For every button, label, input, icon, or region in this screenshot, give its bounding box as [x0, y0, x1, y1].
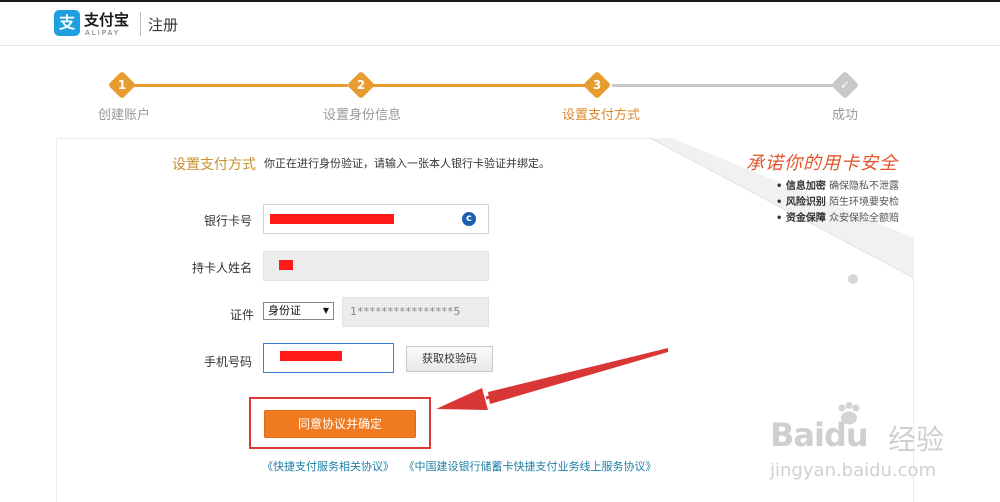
promo-item-encryption: • 信息加密 确保隐私不泄露	[776, 177, 899, 192]
header-divider	[140, 12, 141, 36]
baidu-watermark-cn: 经验	[888, 423, 945, 456]
step-2-number: 2	[356, 78, 366, 92]
ccb-agreement-link[interactable]: 《中国建设银行储蓄卡快捷支付业务线上服务协议》	[404, 460, 657, 473]
promo-item-text: 众安保险全额赔	[829, 213, 900, 224]
card-number-input[interactable]: c	[263, 204, 489, 234]
alipay-logo-icon[interactable]: 支	[54, 10, 80, 36]
step-3-number: 3	[592, 78, 602, 92]
alipay-logo-subtext: ALIPAY	[85, 29, 121, 37]
step-connector-1	[132, 84, 348, 87]
header: 支 支付宝 ALIPAY 注册	[0, 2, 1000, 46]
step-1-label: 创建账户	[98, 108, 151, 123]
card-holder-label: 持卡人姓名	[192, 261, 253, 275]
quick-pay-agreement-link[interactable]: 《快捷支付服务相关协议》	[262, 460, 394, 473]
card-refresh-icon[interactable]: c	[462, 212, 476, 226]
agree-and-confirm-button[interactable]: 同意协议并确定	[264, 410, 416, 438]
id-number-input[interactable]: 1****************5	[342, 297, 489, 327]
progress-steps: 1 创建账户 2 设置身份信息 3 设置支付方式 ✓ 成功	[0, 70, 1000, 123]
step-4-check-icon: ✓	[839, 78, 851, 92]
section-description: 你正在进行身份验证，请输入一张本人银行卡验证并绑定。	[264, 157, 550, 170]
promo-item-bold: • 资金保障	[776, 213, 826, 224]
step-2-label: 设置身份信息	[323, 108, 402, 123]
promo-item-text: 陌生环境要安检	[829, 197, 900, 208]
phone-input[interactable]	[263, 343, 394, 373]
card-holder-input[interactable]	[263, 251, 489, 281]
promo-title: 承诺你的用卡安全	[746, 153, 898, 174]
step-3-label: 设置支付方式	[562, 108, 641, 123]
id-type-select[interactable]: 身份证 ▼	[263, 302, 334, 320]
step-1-number: 1	[117, 78, 127, 92]
step-4-label: 成功	[832, 108, 859, 123]
agreement-links: 《快捷支付服务相关协议》 《中国建设银行储蓄卡快捷支付业务线上服务协议》	[262, 458, 663, 474]
phone-label: 手机号码	[204, 355, 253, 369]
card-number-label: 银行卡号	[204, 214, 253, 228]
promo-item-risk: • 风险识别 陌生环境要安检	[776, 193, 899, 208]
redaction-mark	[280, 351, 342, 361]
get-sms-code-button[interactable]: 获取校验码	[406, 346, 493, 372]
promo-item-bold: • 风险识别	[776, 197, 826, 208]
baidu-watermark-url: jingyan.baidu.com	[770, 460, 937, 481]
redaction-mark	[270, 214, 394, 224]
promo-item-text: 确保隐私不泄露	[829, 181, 900, 192]
page-title: 注册	[148, 16, 179, 34]
alipay-logo-text[interactable]: 支付宝	[84, 9, 129, 30]
section-title: 设置支付方式	[172, 157, 256, 173]
step-connector-3	[612, 84, 834, 87]
promo-pin-icon	[848, 274, 858, 284]
promo-item-bold: • 信息加密	[776, 181, 826, 192]
id-type-value: 身份证	[268, 304, 301, 317]
redaction-mark	[279, 260, 293, 270]
step-connector-2	[372, 84, 588, 87]
promo-item-funds: • 资金保障 众安保险全额赔	[776, 209, 899, 224]
chevron-down-icon: ▼	[322, 306, 329, 315]
id-label: 证件	[230, 308, 255, 322]
baidu-watermark-text: Baidu	[770, 416, 869, 454]
